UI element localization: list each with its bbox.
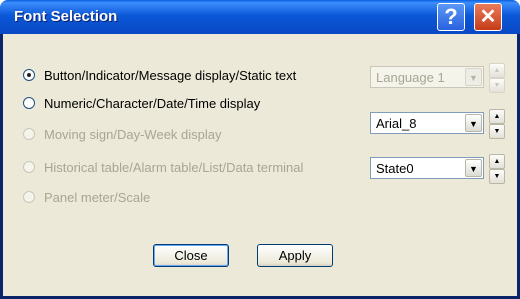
- spin-down-icon[interactable]: ▼: [489, 124, 505, 139]
- radio-label: Historical table/Alarm table/List/Data t…: [44, 159, 304, 175]
- combo-value: State0: [376, 161, 414, 176]
- dropdown-arrow-icon: ▼: [465, 68, 482, 86]
- spin-down-icon: ▼: [489, 78, 505, 93]
- radio-label: Numeric/Character/Date/Time display: [44, 95, 261, 111]
- radio-option-historical-table: Historical table/Alarm table/List/Data t…: [23, 157, 303, 177]
- spin-up-icon: ▲: [489, 63, 505, 78]
- radio-option-button-indicator[interactable]: Button/Indicator/Message display/Static …: [23, 65, 296, 85]
- radio-button[interactable]: [23, 69, 35, 81]
- font-selection-dialog: Font Selection ? ✕ Button/Indicator/Mess…: [0, 0, 520, 299]
- radio-button: [23, 191, 35, 203]
- radio-label: Button/Indicator/Message display/Static …: [44, 67, 297, 83]
- radio-label: Moving sign/Day-Week display: [44, 126, 222, 142]
- dialog-body: Button/Indicator/Message display/Static …: [3, 34, 517, 296]
- radio-option-panel-meter: Panel meter/Scale: [23, 187, 150, 207]
- state-spinner[interactable]: ▲ ▼: [489, 154, 505, 184]
- font-spinner[interactable]: ▲ ▼: [489, 109, 505, 139]
- radio-option-numeric-character[interactable]: Numeric/Character/Date/Time display: [23, 93, 260, 113]
- radio-selected-dot: [27, 73, 31, 77]
- radio-label: Panel meter/Scale: [44, 189, 151, 205]
- dropdown-arrow-icon[interactable]: ▼: [465, 159, 482, 177]
- title-bar[interactable]: Font Selection ? ✕: [0, 0, 520, 34]
- radio-button: [23, 128, 35, 140]
- spin-up-icon[interactable]: ▲: [489, 109, 505, 124]
- spin-down-icon[interactable]: ▼: [489, 169, 505, 184]
- combo-value: Arial_8: [376, 116, 417, 131]
- state-combo[interactable]: State0 ▼: [370, 157, 484, 179]
- radio-button: [23, 161, 35, 173]
- radio-button[interactable]: [23, 97, 35, 109]
- font-combo[interactable]: Arial_8 ▼: [370, 112, 484, 134]
- combo-value: Language 1: [376, 70, 445, 85]
- dropdown-arrow-icon[interactable]: ▼: [465, 114, 482, 132]
- close-button[interactable]: Close: [153, 244, 229, 267]
- close-icon[interactable]: ✕: [474, 3, 502, 31]
- dialog-title: Font Selection: [14, 8, 118, 25]
- help-icon[interactable]: ?: [437, 3, 465, 31]
- apply-button[interactable]: Apply: [257, 244, 333, 267]
- spin-up-icon[interactable]: ▲: [489, 154, 505, 169]
- language-combo: Language 1 ▼: [370, 66, 484, 88]
- language-spinner: ▲ ▼: [489, 63, 505, 93]
- radio-option-moving-sign: Moving sign/Day-Week display: [23, 124, 222, 144]
